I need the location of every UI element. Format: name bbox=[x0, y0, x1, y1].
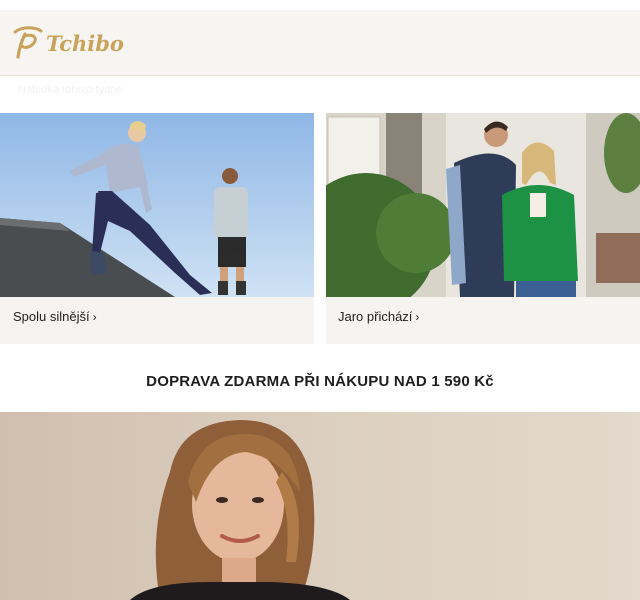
hero-banner[interactable] bbox=[0, 412, 640, 600]
tchibo-logo-icon: Tchibo bbox=[13, 26, 124, 59]
chevron-right-icon: › bbox=[415, 310, 420, 324]
promo-tile-fitness[interactable]: Spolu silnější › bbox=[0, 113, 314, 344]
chevron-right-icon: › bbox=[92, 310, 97, 324]
tile-caption-text: Jaro přichází bbox=[338, 309, 413, 324]
spring-couple-photo bbox=[326, 113, 640, 297]
tchibo-logo[interactable]: Tchibo bbox=[12, 24, 134, 62]
fitness-couple-photo bbox=[0, 113, 314, 297]
svg-text:Tchibo: Tchibo bbox=[46, 31, 124, 56]
free-shipping-banner[interactable]: DOPRAVA ZDARMA PŘI NÁKUPU NAD 1 590 Kč bbox=[0, 358, 640, 404]
top-strip bbox=[0, 0, 640, 10]
promo-tile-spring[interactable]: Jaro přichází › bbox=[326, 113, 640, 344]
tile-caption-link[interactable]: Jaro přichází › bbox=[338, 309, 419, 324]
tile-caption-text: Spolu silnější bbox=[13, 309, 90, 324]
subnav-text: Nabídka tohoto týdne bbox=[18, 84, 123, 96]
free-shipping-text: DOPRAVA ZDARMA PŘI NÁKUPU NAD 1 590 Kč bbox=[146, 372, 494, 390]
subnav-bar: Nabídka tohoto týdne bbox=[0, 76, 640, 106]
site-header: Tchibo bbox=[0, 10, 640, 76]
tile-caption-link[interactable]: Spolu silnější › bbox=[13, 309, 97, 324]
woman-portrait-photo bbox=[0, 412, 640, 600]
